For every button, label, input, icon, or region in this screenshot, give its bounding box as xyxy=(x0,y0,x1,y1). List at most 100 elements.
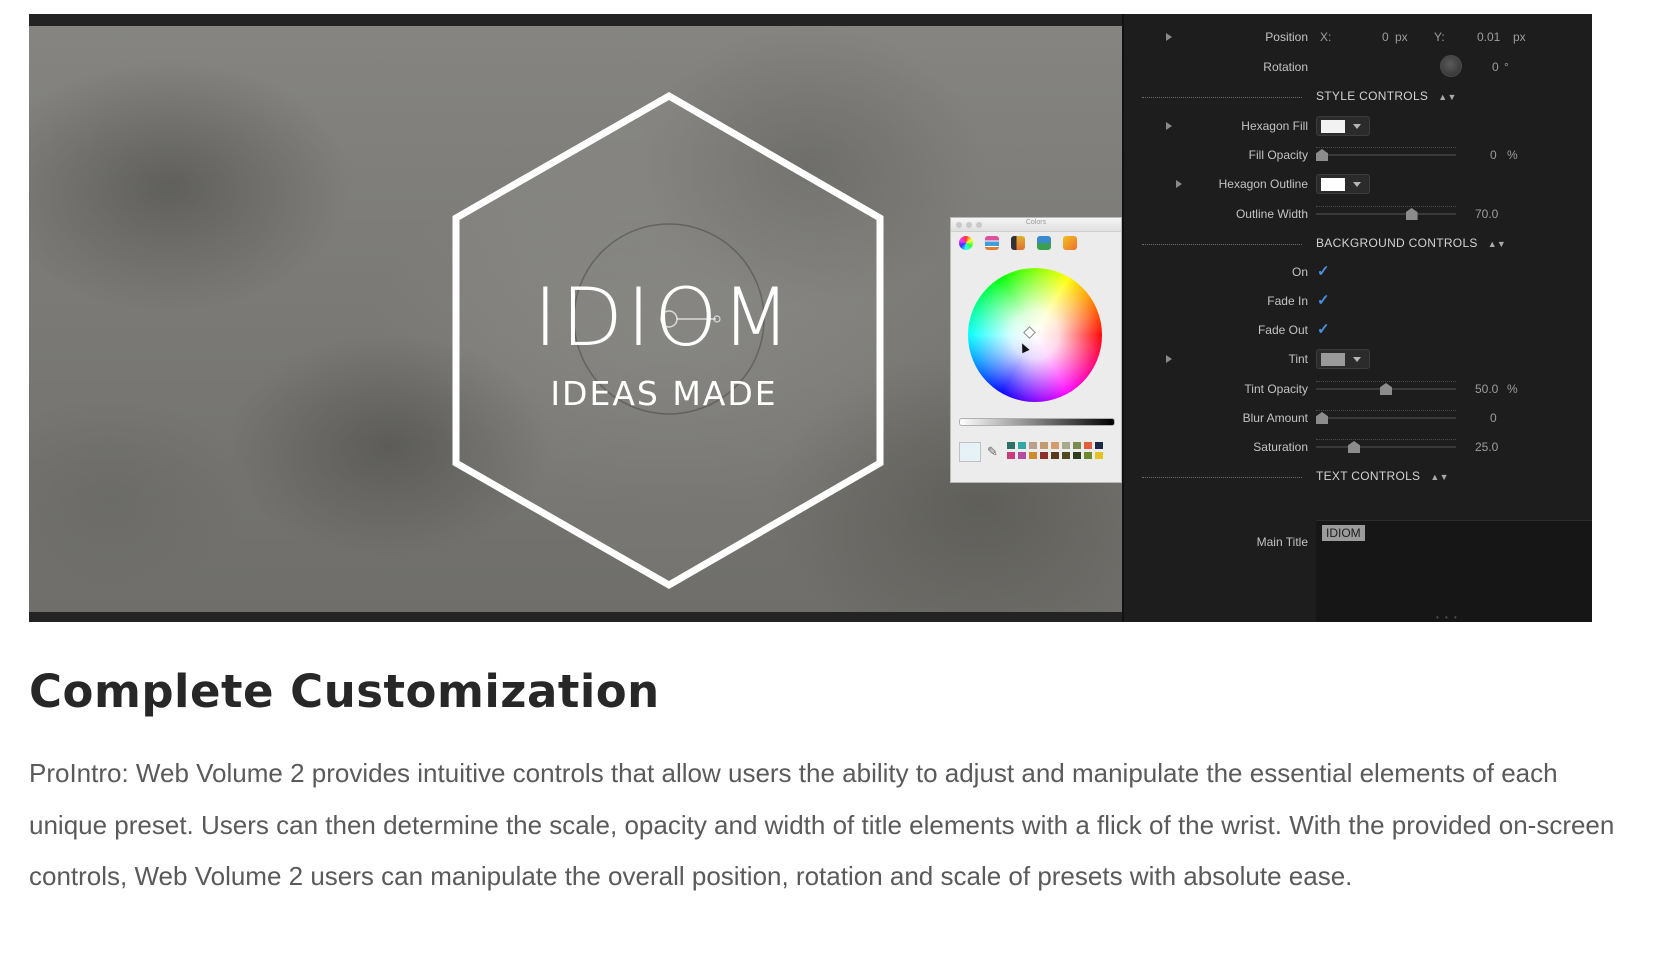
fill-opacity-slider[interactable] xyxy=(1316,154,1456,156)
recent-color-swatch[interactable] xyxy=(1051,452,1059,459)
slider-ticks xyxy=(1316,410,1456,414)
outline-width-slider[interactable] xyxy=(1316,213,1456,215)
recent-color-swatch[interactable] xyxy=(1018,442,1026,449)
fade-in-checkbox[interactable]: ✓ xyxy=(1317,292,1330,310)
tint-color-well[interactable] xyxy=(1316,349,1370,369)
recent-color-swatch[interactable] xyxy=(1029,442,1037,449)
recent-color-swatch[interactable] xyxy=(1095,442,1103,449)
disclosure-triangle-icon[interactable] xyxy=(1176,180,1182,188)
hexagon-fill-row: Hexagon Fill xyxy=(1124,116,1592,136)
text-controls-header[interactable]: TEXT CONTROLS ▲▼ xyxy=(1124,466,1592,486)
recent-color-swatch[interactable] xyxy=(1029,452,1037,459)
app-screenshot: IDIOM IDEAS MADE Colors ✎ Position X: 0 … xyxy=(29,14,1592,622)
blur-amount-slider[interactable] xyxy=(1316,417,1456,419)
tint-opacity-unit: % xyxy=(1507,382,1518,396)
slider-ticks xyxy=(1316,147,1456,151)
resize-handle-icon[interactable]: • • • xyxy=(1436,613,1459,622)
text-controls-title: TEXT CONTROLS ▲▼ xyxy=(1316,466,1449,487)
outline-width-row: Outline Width 70.0 xyxy=(1124,204,1592,224)
saturation-row: Saturation 25.0 xyxy=(1124,437,1592,457)
recent-color-swatch[interactable] xyxy=(1084,452,1092,459)
style-controls-header[interactable]: STYLE CONTROLS ▲▼ xyxy=(1124,86,1592,106)
fade-out-label: Fade Out xyxy=(1257,323,1308,337)
on-label: On xyxy=(1291,265,1308,279)
recent-color-swatch[interactable] xyxy=(1007,442,1015,449)
rotation-value[interactable]: 0 xyxy=(1492,57,1499,77)
main-title-row: Main Title xyxy=(1124,532,1592,552)
recent-color-swatch[interactable] xyxy=(1084,442,1092,449)
outline-width-label: Outline Width xyxy=(1235,207,1308,221)
disclosure-triangle-icon[interactable] xyxy=(1166,33,1172,41)
fade-in-row: Fade In ✓ xyxy=(1124,291,1592,311)
popup-stepper-icon: ▲▼ xyxy=(1438,92,1457,102)
recent-color-swatch[interactable] xyxy=(1073,442,1081,449)
recent-color-swatch[interactable] xyxy=(1040,442,1048,449)
tint-opacity-row: Tint Opacity 50.0 % xyxy=(1124,379,1592,399)
eyedropper-icon[interactable]: ✎ xyxy=(987,444,998,460)
hexagon-outline-color-well[interactable] xyxy=(1316,174,1370,194)
tint-opacity-label: Tint Opacity xyxy=(1244,382,1308,396)
hexagon-outline-label: Hexagon Outline xyxy=(1218,177,1308,191)
hexagon-outline-swatch xyxy=(1321,178,1345,191)
color-wheel[interactable] xyxy=(968,268,1102,402)
brand-subtitle: IDEAS MADE xyxy=(550,374,778,413)
background-controls-header[interactable]: BACKGROUND CONTROLS ▲▼ xyxy=(1124,233,1592,253)
viewer-bottom-bar xyxy=(29,612,1122,622)
recent-color-swatch[interactable] xyxy=(1018,452,1026,459)
blur-amount-value[interactable]: 0 xyxy=(1490,408,1497,428)
position-row: Position X: 0 px Y: 0.01 px xyxy=(1124,27,1592,47)
background-controls-title: BACKGROUND CONTROLS ▲▼ xyxy=(1316,233,1506,254)
style-controls-title: STYLE CONTROLS ▲▼ xyxy=(1316,86,1457,107)
fade-out-checkbox[interactable]: ✓ xyxy=(1317,321,1330,339)
popup-stepper-icon: ▲▼ xyxy=(1487,239,1507,249)
tint-label: Tint xyxy=(1288,352,1308,366)
saturation-value[interactable]: 25.0 xyxy=(1475,437,1498,457)
saturation-slider[interactable] xyxy=(1316,446,1456,448)
slider-ticks xyxy=(1316,206,1456,210)
rotation-label: Rotation xyxy=(1263,60,1308,74)
hexagon-fill-color-well[interactable] xyxy=(1316,116,1370,136)
fill-opacity-value[interactable]: 0 xyxy=(1490,145,1497,165)
fill-opacity-unit: % xyxy=(1507,148,1518,162)
fill-opacity-label: Fill Opacity xyxy=(1248,148,1308,162)
current-color-swatch[interactable] xyxy=(959,442,981,462)
section-description: ProIntro: Web Volume 2 provides intuitiv… xyxy=(29,758,1615,891)
position-label: Position xyxy=(1265,30,1308,44)
position-y-unit: px xyxy=(1513,30,1526,44)
position-x-unit: px xyxy=(1395,30,1408,44)
rotation-dial[interactable] xyxy=(1440,55,1462,77)
preview-canvas[interactable]: IDIOM IDEAS MADE Colors ✎ xyxy=(29,26,1122,612)
fill-opacity-row: Fill Opacity 0 % xyxy=(1124,145,1592,165)
recent-color-swatch[interactable] xyxy=(1062,442,1070,449)
position-y-label: Y: xyxy=(1434,30,1445,44)
main-title-label: Main Title xyxy=(1256,535,1308,549)
brightness-slider[interactable] xyxy=(959,418,1115,426)
recent-color-swatch[interactable] xyxy=(1051,442,1059,449)
on-checkbox[interactable]: ✓ xyxy=(1317,263,1330,281)
hexagon-outline-row: Hexagon Outline xyxy=(1124,174,1592,194)
section-divider xyxy=(1142,97,1302,98)
recent-color-swatch[interactable] xyxy=(1073,452,1081,459)
tint-opacity-value[interactable]: 50.0 xyxy=(1475,379,1498,399)
saturation-label: Saturation xyxy=(1253,440,1308,454)
rotation-row: Rotation 0 ° xyxy=(1124,55,1592,77)
position-x-value[interactable]: 0 xyxy=(1382,27,1389,47)
recent-color-swatch[interactable] xyxy=(1062,452,1070,459)
tint-row: Tint xyxy=(1124,349,1592,369)
disclosure-triangle-icon[interactable] xyxy=(1166,355,1172,363)
tint-swatch xyxy=(1321,353,1345,366)
position-x-label: X: xyxy=(1320,30,1332,44)
hexagon-fill-label: Hexagon Fill xyxy=(1241,119,1308,133)
on-row: On ✓ xyxy=(1124,262,1592,282)
recent-color-swatch[interactable] xyxy=(1095,452,1103,459)
recent-color-swatch[interactable] xyxy=(1040,452,1048,459)
rotation-unit: ° xyxy=(1504,60,1509,74)
hexagon-fill-swatch xyxy=(1321,120,1345,133)
colors-picker-window: Colors ✎ xyxy=(950,217,1122,483)
recent-color-swatch[interactable] xyxy=(1007,452,1015,459)
video-viewer: IDIOM IDEAS MADE Colors ✎ xyxy=(29,14,1122,622)
section-heading: Complete Customization xyxy=(29,665,660,718)
outline-width-value[interactable]: 70.0 xyxy=(1475,204,1498,224)
position-y-value[interactable]: 0.01 xyxy=(1477,27,1500,47)
disclosure-triangle-icon[interactable] xyxy=(1166,122,1172,130)
